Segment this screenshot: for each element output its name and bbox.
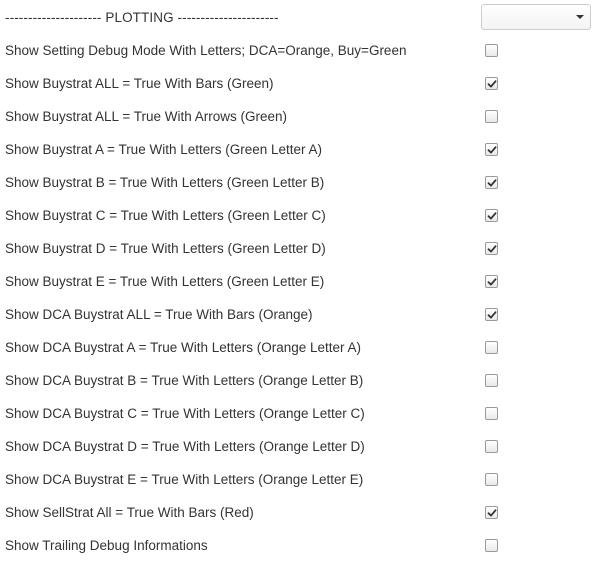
plotting-section-header: --------------------- PLOTTING ---------… — [5, 10, 279, 25]
setting-row: Show Buystrat E = True With Letters (Gre… — [0, 265, 595, 298]
setting-row: Show Buystrat ALL = True With Arrows (Gr… — [0, 100, 595, 133]
setting-checkbox[interactable] — [485, 110, 498, 123]
checkmark-icon — [487, 509, 497, 517]
setting-checkbox[interactable] — [485, 506, 498, 519]
setting-row: Show Buystrat B = True With Letters (Gre… — [0, 166, 595, 199]
setting-label: Show DCA Buystrat C = True With Letters … — [5, 406, 365, 421]
checkmark-icon — [487, 146, 497, 154]
setting-checkbox[interactable] — [485, 539, 498, 552]
setting-row: Show Setting Debug Mode With Letters; DC… — [0, 34, 595, 67]
setting-label: Show Buystrat B = True With Letters (Gre… — [5, 175, 325, 190]
setting-row: Show SellStrat All = True With Bars (Red… — [0, 496, 595, 529]
setting-checkbox[interactable] — [485, 374, 498, 387]
setting-checkbox[interactable] — [485, 209, 498, 222]
setting-row: Show Buystrat ALL = True With Bars (Gree… — [0, 67, 595, 100]
plotting-select-dropdown[interactable] — [481, 4, 591, 30]
setting-row: Show DCA Buystrat C = True With Letters … — [0, 397, 595, 430]
setting-row: Show DCA Buystrat ALL = True With Bars (… — [0, 298, 595, 331]
setting-label: Show DCA Buystrat E = True With Letters … — [5, 472, 364, 487]
setting-row: Show Buystrat A = True With Letters (Gre… — [0, 133, 595, 166]
setting-label: Show Setting Debug Mode With Letters; DC… — [5, 43, 407, 58]
setting-checkbox[interactable] — [485, 77, 498, 90]
checkmark-icon — [487, 311, 497, 319]
setting-label: Show DCA Buystrat ALL = True With Bars (… — [5, 307, 313, 322]
setting-row: Show Buystrat C = True With Letters (Gre… — [0, 199, 595, 232]
setting-label: Show Buystrat C = True With Letters (Gre… — [5, 208, 326, 223]
setting-label: Show DCA Buystrat A = True With Letters … — [5, 340, 362, 355]
setting-checkbox[interactable] — [485, 473, 498, 486]
plotting-header-row: --------------------- PLOTTING ---------… — [0, 1, 595, 34]
setting-label: Show Trailing Debug Informations — [5, 538, 208, 553]
checkmark-icon — [487, 278, 497, 286]
setting-row: Show DCA Buystrat D = True With Letters … — [0, 430, 595, 463]
setting-label: Show Buystrat E = True With Letters (Gre… — [5, 274, 325, 289]
setting-checkbox[interactable] — [485, 242, 498, 255]
setting-row: Show Buystrat D = True With Letters (Gre… — [0, 232, 595, 265]
setting-row: Show Trailing Debug Informations — [0, 529, 595, 562]
setting-checkbox[interactable] — [485, 143, 498, 156]
setting-label: Show Buystrat ALL = True With Arrows (Gr… — [5, 109, 287, 124]
setting-label: Show SellStrat All = True With Bars (Red… — [5, 505, 254, 520]
setting-label: Show Buystrat A = True With Letters (Gre… — [5, 142, 323, 157]
setting-label: Show DCA Buystrat D = True With Letters … — [5, 439, 365, 454]
setting-row: Show DCA Buystrat B = True With Letters … — [0, 364, 595, 397]
setting-checkbox[interactable] — [485, 176, 498, 189]
setting-checkbox[interactable] — [485, 407, 498, 420]
setting-row: Show DCA Buystrat A = True With Letters … — [0, 331, 595, 364]
setting-checkbox[interactable] — [485, 341, 498, 354]
plotting-settings-panel: --------------------- PLOTTING ---------… — [0, 1, 595, 562]
setting-checkbox[interactable] — [485, 275, 498, 288]
setting-checkbox[interactable] — [485, 308, 498, 321]
setting-checkbox[interactable] — [485, 44, 498, 57]
checkmark-icon — [487, 80, 497, 88]
setting-row: Show DCA Buystrat E = True With Letters … — [0, 463, 595, 496]
checkmark-icon — [487, 245, 497, 253]
setting-label: Show Buystrat D = True With Letters (Gre… — [5, 241, 326, 256]
setting-label: Show Buystrat ALL = True With Bars (Gree… — [5, 76, 274, 91]
checkmark-icon — [487, 179, 497, 187]
setting-label: Show DCA Buystrat B = True With Letters … — [5, 373, 364, 388]
setting-checkbox[interactable] — [485, 440, 498, 453]
settings-list: Show Setting Debug Mode With Letters; DC… — [0, 34, 595, 562]
checkmark-icon — [487, 212, 497, 220]
chevron-down-icon — [576, 15, 584, 19]
